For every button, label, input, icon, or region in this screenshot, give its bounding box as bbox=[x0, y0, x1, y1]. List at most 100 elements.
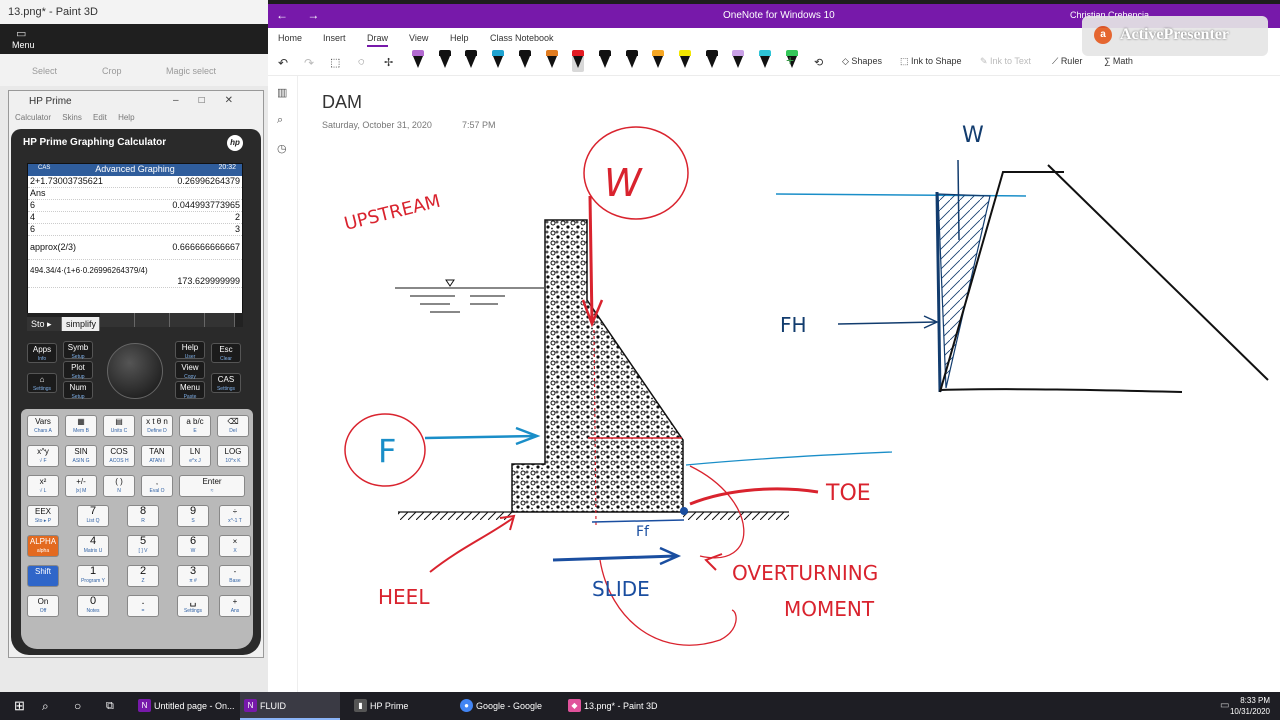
add-pen-icon[interactable]: + bbox=[786, 52, 794, 68]
key-ln[interactable]: LN e^x J bbox=[179, 445, 211, 467]
key-num[interactable]: Num Setup bbox=[63, 381, 93, 400]
pen-swatch[interactable] bbox=[732, 50, 745, 72]
key-7[interactable]: 7 List Q bbox=[77, 505, 109, 527]
tab-home[interactable]: Home bbox=[278, 33, 302, 43]
page-title[interactable]: DAM bbox=[322, 92, 362, 113]
key-2[interactable]: 2Z bbox=[127, 565, 159, 587]
menu-help[interactable]: Help bbox=[118, 113, 134, 122]
tab-help[interactable]: Help bbox=[450, 33, 469, 43]
key-fraction[interactable]: a b/c E bbox=[179, 415, 211, 437]
pen-swatch[interactable] bbox=[518, 50, 531, 72]
key-9[interactable]: 9S bbox=[177, 505, 209, 527]
key-decimal[interactable]: . = bbox=[127, 595, 159, 617]
ruler-button[interactable]: ⟋ Ruler bbox=[1052, 56, 1082, 67]
tab-view[interactable]: View bbox=[409, 33, 428, 43]
select-tool[interactable]: Select bbox=[32, 66, 57, 76]
add-space-icon[interactable]: ✢ bbox=[384, 56, 393, 69]
history-row[interactable]: 494.34/4·(1+6·0.26996264379/4) 173.629999… bbox=[28, 260, 242, 288]
key-add[interactable]: + Ans bbox=[219, 595, 251, 617]
key-4[interactable]: 4 Matrix U bbox=[77, 535, 109, 557]
key-square[interactable]: x² √ L bbox=[27, 475, 59, 497]
key-plot[interactable]: Plot Setup bbox=[63, 361, 93, 380]
magic-select-tool[interactable]: Magic select bbox=[166, 66, 216, 76]
key-comma[interactable]: , Eval O bbox=[141, 475, 173, 497]
key-shift[interactable]: Shift bbox=[27, 565, 59, 587]
key-units[interactable]: ▤ Units C bbox=[103, 415, 135, 437]
key-mem[interactable]: ▦ Mem B bbox=[65, 415, 97, 437]
cortana-icon[interactable]: ○ bbox=[74, 692, 81, 720]
start-windows-icon[interactable]: ⊞ bbox=[14, 692, 25, 720]
history-row[interactable]: 42 bbox=[28, 212, 242, 224]
taskbar-app-paint3d[interactable]: ◆ 13.png* - Paint 3D bbox=[564, 692, 664, 720]
softkey-empty[interactable] bbox=[170, 313, 205, 327]
key-space[interactable]: ␣ Settings bbox=[177, 595, 209, 617]
key-menu[interactable]: Menu Paste bbox=[175, 381, 205, 400]
key-6[interactable]: 6W bbox=[177, 535, 209, 557]
taskbar-app-onenote-untitled[interactable]: N Untitled page - On... bbox=[134, 692, 236, 720]
taskbar-app-hp-prime[interactable]: ▮ HP Prime bbox=[350, 692, 450, 720]
softkey-simplify[interactable]: simplify bbox=[62, 317, 100, 331]
softkey-empty[interactable] bbox=[205, 313, 235, 327]
pen-swatch[interactable] bbox=[679, 50, 691, 72]
key-on[interactable]: On Off bbox=[27, 595, 59, 617]
pen-swatch[interactable] bbox=[465, 50, 478, 72]
taskbar-app-chrome[interactable]: ●Google - Google C... bbox=[456, 692, 556, 720]
key-log[interactable]: LOG 10^x K bbox=[217, 445, 249, 467]
key-esc[interactable]: Esc Clear bbox=[211, 343, 241, 363]
key-subtract[interactable]: - Base bbox=[219, 565, 251, 587]
key-xtthetan[interactable]: x t θ n Define D bbox=[141, 415, 173, 437]
taskbar-app-onenote-fluid[interactable]: NFLUID MECHANICS... bbox=[240, 692, 340, 720]
back-arrow-icon[interactable]: ← bbox=[276, 8, 288, 22]
key-vars[interactable]: Vars Chars A bbox=[27, 415, 59, 437]
tab-draw[interactable]: Draw bbox=[367, 33, 389, 47]
search-icon[interactable]: ⌕ bbox=[42, 692, 49, 720]
key-tan[interactable]: TAN ATAN I bbox=[141, 445, 173, 467]
key-backspace[interactable]: ⌫ Del bbox=[217, 415, 249, 437]
key-power[interactable]: x^y √ F bbox=[27, 445, 59, 467]
key-symb[interactable]: Symb Setup bbox=[63, 341, 93, 360]
notebooks-icon[interactable]: ▥ bbox=[277, 86, 287, 99]
key-parentheses[interactable]: ( ) N bbox=[103, 475, 135, 497]
history-row[interactable]: 6 0.044993773965 bbox=[28, 200, 242, 212]
menu-edit[interactable]: Edit bbox=[93, 113, 107, 122]
pen-swatch[interactable] bbox=[652, 50, 665, 72]
lasso-select-icon[interactable]: ⬚ bbox=[330, 56, 340, 69]
history-row[interactable]: Ans bbox=[28, 188, 242, 200]
pen-swatch[interactable] bbox=[545, 50, 558, 72]
undo-icon[interactable]: ↶ bbox=[278, 56, 288, 70]
key-8[interactable]: 8R bbox=[127, 505, 159, 527]
math-button[interactable]: ∑ Math bbox=[1104, 56, 1133, 66]
history-row[interactable]: 63 bbox=[28, 224, 242, 236]
pen-swatch[interactable] bbox=[705, 50, 718, 72]
key-cas[interactable]: CAS Settings bbox=[211, 373, 241, 393]
eraser-icon[interactable]: ◌ bbox=[358, 56, 365, 68]
shapes-button[interactable]: ◇ Shapes bbox=[842, 56, 882, 67]
key-3[interactable]: 3π # bbox=[177, 565, 209, 587]
pen-swatch[interactable] bbox=[492, 50, 505, 72]
history-row[interactable]: 2+1.73003735621 0.26996264379 bbox=[28, 176, 242, 188]
crop-tool[interactable]: Crop bbox=[102, 66, 122, 76]
softkey-empty[interactable] bbox=[100, 313, 135, 327]
key-view[interactable]: View Copy bbox=[175, 361, 205, 380]
key-enter[interactable]: Enter ≈ bbox=[179, 475, 245, 497]
pen-swatch[interactable] bbox=[625, 50, 638, 72]
menu-calculator[interactable]: Calculator bbox=[15, 113, 51, 122]
ink-to-shape-button[interactable]: ⬚ Ink to Shape bbox=[900, 56, 962, 67]
key-5[interactable]: 5[ ] V bbox=[127, 535, 159, 557]
window-controls[interactable]: –□✕ bbox=[173, 95, 253, 106]
forward-arrow-icon[interactable]: → bbox=[307, 8, 319, 22]
notification-icon[interactable]: ▭ bbox=[1220, 692, 1229, 720]
key-1[interactable]: 1 Program Y bbox=[77, 565, 109, 587]
recent-icon[interactable]: ◷ bbox=[277, 142, 287, 155]
replay-icon[interactable]: ⟲ bbox=[814, 56, 823, 69]
key-divide[interactable]: ÷ x^-1 T bbox=[219, 505, 251, 527]
pen-swatch[interactable] bbox=[412, 50, 424, 72]
ink-to-text-button[interactable]: ✎ Ink to Text bbox=[980, 56, 1031, 67]
softkey-sto[interactable]: Sto ▸ bbox=[27, 317, 62, 331]
key-eex[interactable]: EEX Sto ▸ P bbox=[27, 505, 59, 527]
key-cos[interactable]: COS ACOS H bbox=[103, 445, 135, 467]
tab-insert[interactable]: Insert bbox=[323, 33, 346, 43]
pen-swatch[interactable] bbox=[759, 50, 772, 72]
paint3d-menu-button[interactable]: ▭ Menu bbox=[0, 24, 268, 54]
pen-swatch[interactable] bbox=[438, 50, 451, 72]
